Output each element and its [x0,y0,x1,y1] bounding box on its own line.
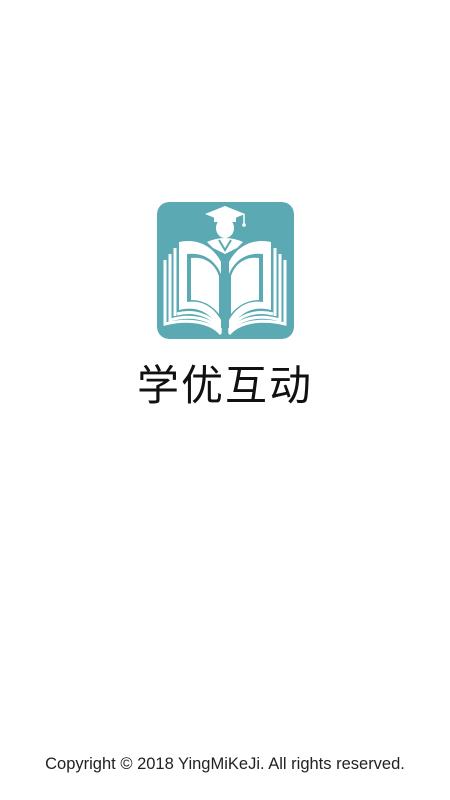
splash-screen: 学优互动 Copyright © 2018 YingMiKeJi. All ri… [0,0,450,800]
app-logo-icon [157,202,294,339]
copyright-text: Copyright © 2018 YingMiKeJi. All rights … [45,755,405,773]
app-name-title: 学优互动 [136,361,313,410]
